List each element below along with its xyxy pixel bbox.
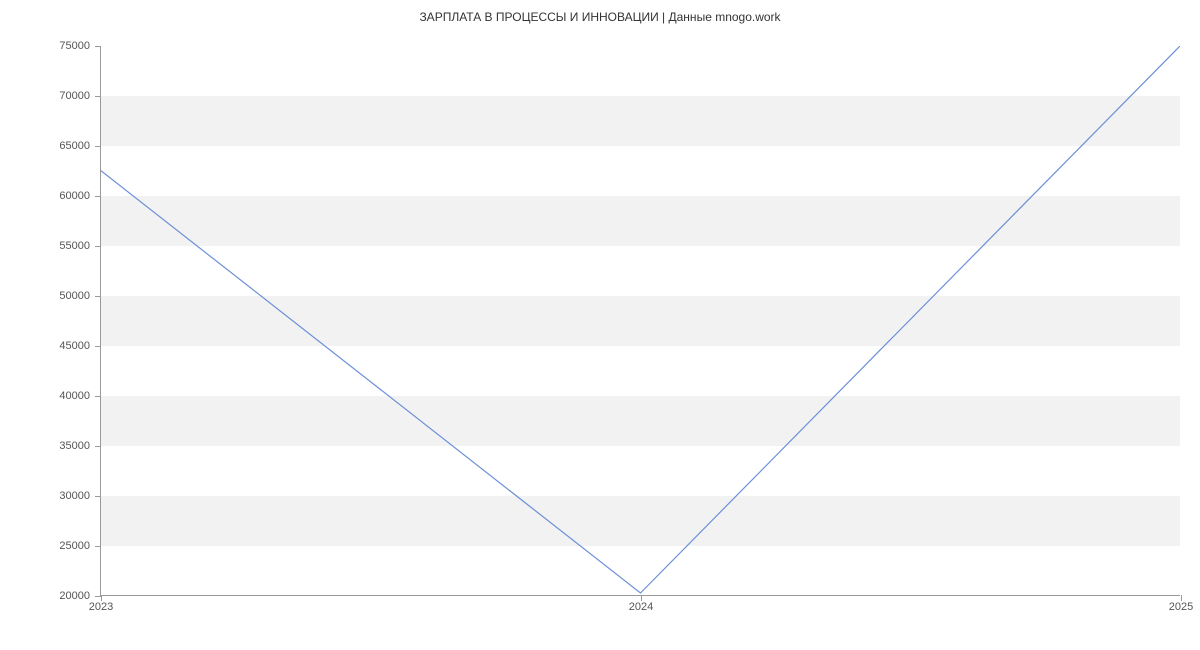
y-tick-mark — [95, 46, 101, 47]
y-tick-label: 60000 — [59, 190, 90, 202]
x-tick-mark — [641, 595, 642, 601]
y-tick-label: 65000 — [59, 140, 90, 152]
y-tick-label: 75000 — [59, 40, 90, 52]
y-tick-mark — [95, 146, 101, 147]
y-tick-label: 35000 — [59, 440, 90, 452]
y-tick-label: 25000 — [59, 540, 90, 552]
chart-title: ЗАРПЛАТА В ПРОЦЕССЫ И ИННОВАЦИИ | Данные… — [0, 0, 1200, 24]
y-tick-label: 70000 — [59, 90, 90, 102]
grid-band — [101, 396, 1180, 446]
x-tick-mark — [101, 595, 102, 601]
y-tick-label: 45000 — [59, 340, 90, 352]
y-tick-mark — [95, 546, 101, 547]
grid-band — [101, 196, 1180, 246]
y-tick-mark — [95, 346, 101, 347]
x-tick-label: 2024 — [629, 601, 653, 613]
x-tick-label: 2023 — [89, 601, 113, 613]
y-tick-mark — [95, 446, 101, 447]
y-tick-mark — [95, 96, 101, 97]
y-tick-label: 50000 — [59, 290, 90, 302]
grid-band — [101, 296, 1180, 346]
y-tick-mark — [95, 196, 101, 197]
y-tick-mark — [95, 396, 101, 397]
y-tick-label: 30000 — [59, 490, 90, 502]
y-tick-mark — [95, 496, 101, 497]
grid-band — [101, 496, 1180, 546]
y-tick-label: 55000 — [59, 240, 90, 252]
x-tick-mark — [1181, 595, 1182, 601]
y-tick-mark — [95, 246, 101, 247]
chart-container: 2000025000300003500040000450005000055000… — [100, 46, 1180, 596]
x-tick-label: 2025 — [1169, 601, 1193, 613]
y-tick-label: 20000 — [59, 590, 90, 602]
grid-band — [101, 96, 1180, 146]
plot-area: 2000025000300003500040000450005000055000… — [100, 46, 1180, 596]
y-tick-label: 40000 — [59, 390, 90, 402]
y-tick-mark — [95, 296, 101, 297]
